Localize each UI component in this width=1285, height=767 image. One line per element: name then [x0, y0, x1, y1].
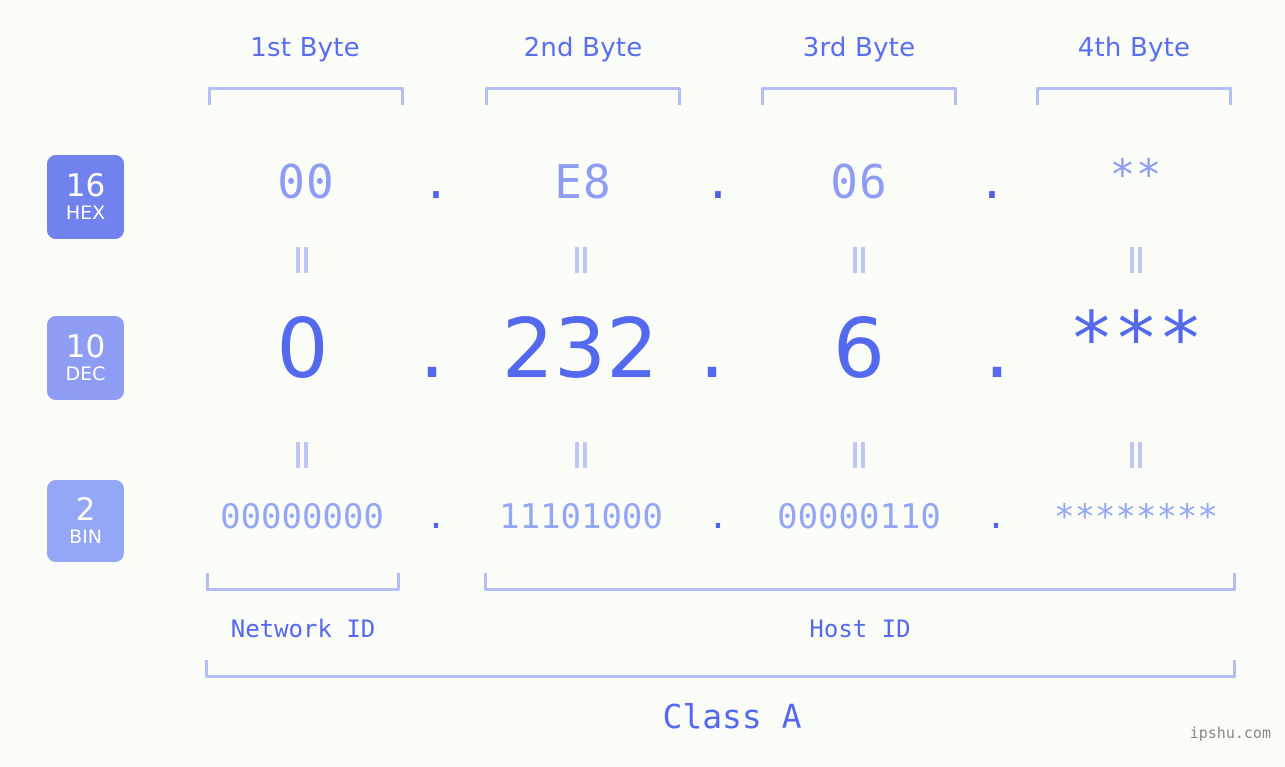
hex-byte-1: 00 [277, 155, 335, 209]
hex-separator-1: . [422, 155, 450, 209]
equality-mark-hex-dec-1 [292, 247, 312, 273]
bin-separator-2: . [707, 497, 729, 537]
equality-mark-dec-bin-3 [849, 442, 869, 468]
hex-byte-3: 06 [830, 155, 888, 209]
base-badge-hex[interactable]: 16 HEX [47, 155, 124, 239]
watermark: ipshu.com [1189, 724, 1271, 742]
byte-bracket-2 [485, 87, 681, 105]
class-label: Class A [662, 697, 802, 736]
bin-byte-3: 00000110 [777, 497, 941, 537]
network-id-label: Network ID [230, 615, 376, 643]
byte-header-3: 3rd Byte [802, 33, 916, 63]
bin-separator-1: . [425, 497, 447, 537]
base-badge-bin[interactable]: 2 BIN [47, 480, 124, 562]
byte-bracket-3 [761, 87, 957, 105]
bin-separator-3: . [985, 497, 1007, 537]
bin-byte-4: ******** [1054, 497, 1218, 537]
equality-mark-dec-bin-2 [571, 442, 591, 468]
network-id-bracket [206, 573, 400, 591]
byte-header-1: 1st Byte [250, 33, 360, 63]
dec-separator-2: . [698, 302, 726, 397]
byte-bracket-4 [1036, 87, 1232, 105]
base-badge-bin-number: 2 [75, 492, 96, 528]
host-id-bracket [484, 573, 1236, 591]
host-id-label: Host ID [809, 615, 911, 643]
base-badge-hex-number: 16 [65, 168, 106, 204]
hex-separator-3: . [978, 155, 1006, 209]
hex-byte-4: ** [1109, 150, 1163, 199]
hex-byte-2: E8 [554, 155, 612, 209]
base-badge-dec-name: DEC [65, 363, 106, 385]
class-bracket [205, 660, 1236, 678]
ip-address-breakdown-diagram: 1st Byte 2nd Byte 3rd Byte 4th Byte 16 H… [0, 0, 1285, 767]
dec-byte-1: 0 [276, 302, 329, 397]
equality-mark-hex-dec-4 [1126, 247, 1146, 273]
equality-mark-dec-bin-4 [1126, 442, 1146, 468]
dec-separator-1: . [418, 302, 446, 397]
bin-byte-2: 11101000 [499, 497, 663, 537]
dec-separator-3: . [983, 302, 1011, 397]
dec-byte-3: 6 [832, 302, 886, 397]
equality-mark-dec-bin-1 [292, 442, 312, 468]
base-badge-bin-name: BIN [69, 526, 102, 548]
base-badge-dec-number: 10 [65, 329, 106, 365]
byte-header-2: 2nd Byte [523, 33, 643, 63]
equality-mark-hex-dec-2 [571, 247, 591, 273]
dec-byte-2: 232 [501, 302, 659, 397]
dec-byte-4: *** [1069, 296, 1203, 382]
byte-bracket-1 [208, 87, 404, 105]
hex-separator-2: . [704, 155, 732, 209]
base-badge-dec[interactable]: 10 DEC [47, 316, 124, 400]
byte-header-4: 4th Byte [1077, 33, 1191, 63]
equality-mark-hex-dec-3 [849, 247, 869, 273]
base-badge-hex-name: HEX [65, 202, 106, 224]
bin-byte-1: 00000000 [220, 497, 384, 537]
